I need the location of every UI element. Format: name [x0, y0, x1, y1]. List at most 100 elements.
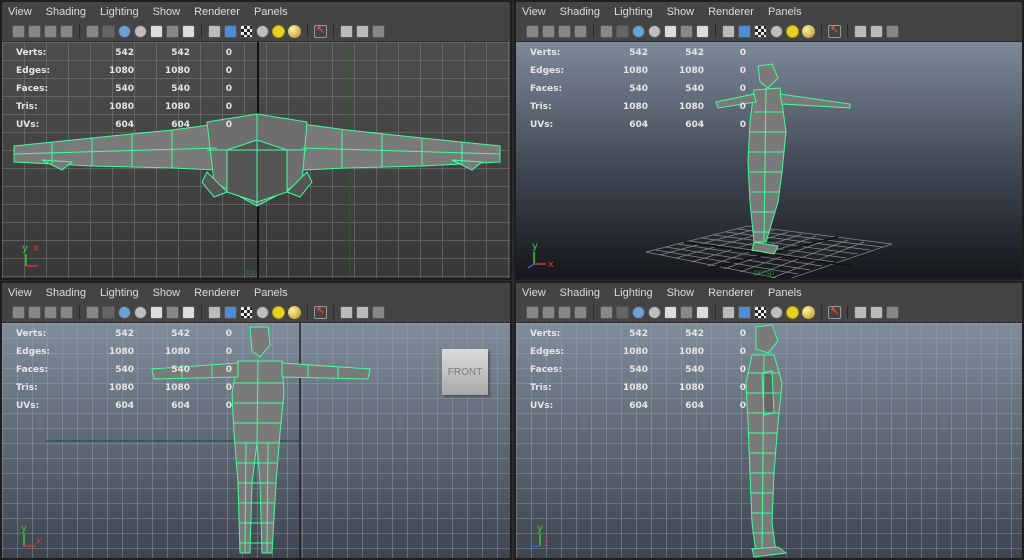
isolate-select-icon[interactable]	[722, 24, 735, 38]
image-plane-icon[interactable]	[60, 305, 73, 319]
menu-renderer[interactable]: Renderer	[708, 287, 754, 299]
all-lights-icon[interactable]	[786, 24, 799, 38]
checker-icon[interactable]	[240, 24, 253, 38]
grid-icon[interactable]	[600, 24, 613, 38]
all-lights-icon[interactable]	[272, 305, 285, 319]
select-camera-icon[interactable]	[314, 304, 327, 319]
menu-view[interactable]: View	[522, 6, 546, 18]
camera-attributes-icon[interactable]	[28, 305, 41, 319]
menu-lighting[interactable]: Lighting	[614, 287, 653, 299]
share-icon[interactable]	[886, 305, 899, 319]
select-camera-icon[interactable]	[314, 23, 327, 38]
camera-select-icon[interactable]	[12, 305, 25, 319]
viewport-canvas[interactable]: Verts: 542 542 0 Edges: 1080 1080 0 Faces: 540 5…	[516, 42, 1022, 278]
menu-renderer[interactable]: Renderer	[708, 6, 754, 18]
smooth-shade-icon[interactable]	[118, 24, 131, 38]
image-plane-icon[interactable]	[60, 24, 73, 38]
menu-view[interactable]: View	[8, 6, 32, 18]
share-icon[interactable]	[372, 305, 385, 319]
isolate-select-icon[interactable]	[722, 305, 735, 319]
isolate-select-icon[interactable]	[208, 305, 221, 319]
xray-joints-icon[interactable]	[738, 305, 751, 319]
xray-joints-icon[interactable]	[224, 24, 237, 38]
flat-shade-icon[interactable]	[134, 24, 147, 38]
default-light-icon[interactable]	[256, 305, 269, 319]
smooth-shade-icon[interactable]	[632, 305, 645, 319]
grid-icon[interactable]	[600, 305, 613, 319]
menu-panels[interactable]: Panels	[254, 287, 288, 299]
select-camera-icon[interactable]	[828, 304, 841, 319]
smooth-shade-icon[interactable]	[632, 24, 645, 38]
textured-icon[interactable]	[182, 305, 195, 319]
menu-panels[interactable]: Panels	[768, 287, 802, 299]
xray-joints-icon[interactable]	[224, 305, 237, 319]
image-plane-icon[interactable]	[574, 24, 587, 38]
wireframe-on-shaded-icon[interactable]	[150, 305, 163, 319]
object-cube-icon[interactable]	[854, 24, 867, 38]
menu-view[interactable]: View	[522, 287, 546, 299]
menu-renderer[interactable]: Renderer	[194, 287, 240, 299]
viewport-top[interactable]: View Shading Lighting Show Renderer Pane…	[0, 0, 512, 280]
viewport-canvas[interactable]: Verts: 542 542 0 Edges: 1080 1080 0 Faces: 540 5…	[2, 42, 510, 278]
wireframe-on-shaded-icon[interactable]	[150, 24, 163, 38]
textured-icon[interactable]	[696, 305, 709, 319]
checker-icon[interactable]	[240, 305, 253, 319]
camera-select-icon[interactable]	[526, 24, 539, 38]
menu-renderer[interactable]: Renderer	[194, 6, 240, 18]
menu-panels[interactable]: Panels	[768, 6, 802, 18]
menu-shading[interactable]: Shading	[46, 287, 86, 299]
xray-icon[interactable]	[166, 305, 179, 319]
flat-shade-icon[interactable]	[648, 24, 661, 38]
menu-shading[interactable]: Shading	[560, 287, 600, 299]
image-plane-icon[interactable]	[574, 305, 587, 319]
object-cube-icon[interactable]	[854, 305, 867, 319]
film-gate-icon[interactable]	[102, 305, 115, 319]
share-icon[interactable]	[372, 24, 385, 38]
smooth-shade-icon[interactable]	[118, 305, 131, 319]
component-cube-icon[interactable]	[870, 305, 883, 319]
component-cube-icon[interactable]	[356, 24, 369, 38]
view-cube[interactable]: FRONT	[442, 349, 488, 395]
wireframe-on-shaded-icon[interactable]	[664, 24, 677, 38]
menu-show[interactable]: Show	[667, 6, 695, 18]
bookmark-icon[interactable]	[44, 24, 57, 38]
menu-shading[interactable]: Shading	[560, 6, 600, 18]
textured-icon[interactable]	[182, 24, 195, 38]
viewport-persp[interactable]: View Shading Lighting Show Renderer Pane…	[514, 0, 1024, 280]
object-cube-icon[interactable]	[340, 24, 353, 38]
flat-shade-icon[interactable]	[134, 305, 147, 319]
default-light-icon[interactable]	[256, 24, 269, 38]
high-quality-icon[interactable]	[288, 24, 301, 38]
xray-joints-icon[interactable]	[738, 24, 751, 38]
menu-panels[interactable]: Panels	[254, 6, 288, 18]
component-cube-icon[interactable]	[356, 305, 369, 319]
viewport-canvas[interactable]: Verts: 542 542 0 Edges: 1080 1080 0 Faces: 540 5…	[516, 323, 1022, 558]
xray-icon[interactable]	[680, 305, 693, 319]
xray-icon[interactable]	[166, 24, 179, 38]
wireframe-on-shaded-icon[interactable]	[664, 305, 677, 319]
camera-attributes-icon[interactable]	[28, 24, 41, 38]
default-light-icon[interactable]	[770, 305, 783, 319]
viewport-front[interactable]: View Shading Lighting Show Renderer Pane…	[0, 281, 512, 560]
xray-icon[interactable]	[680, 24, 693, 38]
menu-shading[interactable]: Shading	[46, 6, 86, 18]
grid-icon[interactable]	[86, 24, 99, 38]
camera-attributes-icon[interactable]	[542, 24, 555, 38]
bookmark-icon[interactable]	[558, 24, 571, 38]
object-cube-icon[interactable]	[340, 305, 353, 319]
camera-select-icon[interactable]	[526, 305, 539, 319]
menu-lighting[interactable]: Lighting	[100, 287, 139, 299]
camera-select-icon[interactable]	[12, 24, 25, 38]
viewport-side[interactable]: View Shading Lighting Show Renderer Pane…	[514, 281, 1024, 560]
menu-show[interactable]: Show	[153, 6, 181, 18]
menu-lighting[interactable]: Lighting	[614, 6, 653, 18]
select-camera-icon[interactable]	[828, 23, 841, 38]
high-quality-icon[interactable]	[288, 305, 301, 319]
grid-icon[interactable]	[86, 305, 99, 319]
all-lights-icon[interactable]	[272, 24, 285, 38]
default-light-icon[interactable]	[770, 24, 783, 38]
share-icon[interactable]	[886, 24, 899, 38]
film-gate-icon[interactable]	[616, 305, 629, 319]
high-quality-icon[interactable]	[802, 24, 815, 38]
menu-show[interactable]: Show	[153, 287, 181, 299]
